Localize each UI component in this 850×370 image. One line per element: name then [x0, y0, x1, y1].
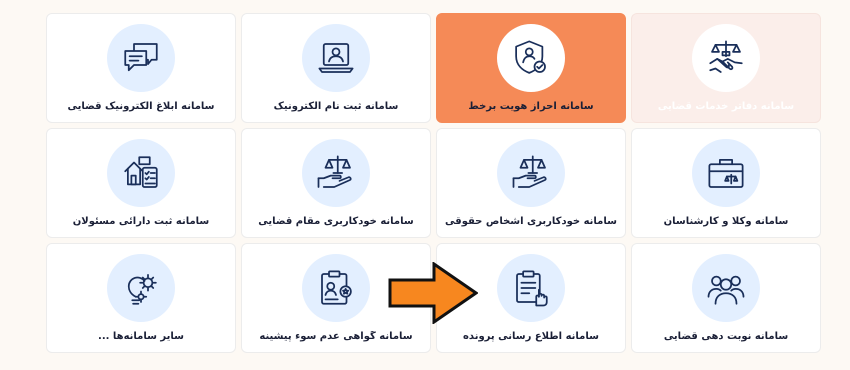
property-checklist-icon — [124, 156, 158, 188]
laptop-user-icon — [318, 43, 354, 73]
card-icon-circle — [302, 139, 370, 207]
card-other-systems[interactable]: سایر سامانه‌ها ... — [46, 243, 236, 353]
scales-hand-icon — [317, 155, 352, 188]
bulb-gears-icon — [127, 274, 157, 305]
card-label: سامانه دفاتر خدمات قضایی — [657, 101, 795, 112]
card-label: سامانه احراز هویت برخط — [468, 101, 594, 112]
card-icon-circle — [497, 254, 565, 322]
card-icon-circle — [302, 254, 370, 322]
card-icon-circle — [497, 139, 565, 207]
card-lawyers-experts[interactable]: سامانه وکلا و کارشناسان — [631, 128, 821, 238]
card-icon-circle — [692, 254, 760, 322]
briefcase-scales-icon — [708, 159, 744, 188]
shield-user-check-icon — [515, 40, 546, 74]
card-label: سامانه ابلاغ الکترونیک قضایی — [67, 101, 215, 112]
certificate-clipboard-icon — [321, 270, 352, 305]
chat-bubbles-icon — [124, 43, 158, 72]
card-electronic-notification[interactable]: سامانه ابلاغ الکترونیک قضایی — [46, 13, 236, 123]
scales-handshake-icon — [709, 40, 743, 73]
card-online-authentication[interactable]: سامانه احراز هویت برخط — [436, 13, 626, 123]
clipboard-touch-icon — [516, 270, 548, 307]
card-icon-circle — [302, 24, 370, 92]
card-legal-entities-selfservice[interactable]: سامانه خودکاربری اشخاص حقوقی — [436, 128, 626, 238]
card-label: سایر سامانه‌ها ... — [98, 331, 184, 342]
card-icon-circle — [107, 254, 175, 322]
card-judicial-appointments[interactable]: سامانه نوبت دهی قضایی — [631, 243, 821, 353]
card-label: سامانه گواهی عدم سوء پیشینه — [259, 331, 413, 342]
card-label: سامانه اطلاع رسانی پرونده — [463, 331, 599, 342]
card-icon-circle — [107, 24, 175, 92]
card-icon-circle — [107, 139, 175, 207]
card-judicial-authority-selfservice[interactable]: سامانه خودکاربری مقام قضایی — [241, 128, 431, 238]
scales-hand-icon — [512, 155, 547, 188]
card-judicial-service-offices[interactable]: سامانه دفاتر خدمات قضایی — [631, 13, 821, 123]
card-label: سامانه نوبت دهی قضایی — [663, 331, 789, 342]
card-officials-assets-registration[interactable]: سامانه ثبت دارائی مسئولان — [46, 128, 236, 238]
card-icon-circle — [692, 24, 760, 92]
card-electronic-registration[interactable]: سامانه ثبت نام الکترونیک — [241, 13, 431, 123]
card-label: سامانه وکلا و کارشناسان — [663, 216, 789, 227]
card-label: سامانه خودکاربری اشخاص حقوقی — [445, 216, 617, 227]
card-label: سامانه ثبت نام الکترونیک — [273, 101, 399, 112]
card-icon-circle — [692, 139, 760, 207]
pointer-arrow-icon — [388, 262, 478, 324]
card-label: سامانه ثبت دارائی مسئولان — [72, 216, 210, 227]
people-queue-icon — [707, 275, 745, 305]
card-icon-circle — [497, 24, 565, 92]
card-label: سامانه خودکاربری مقام قضایی — [258, 216, 414, 227]
